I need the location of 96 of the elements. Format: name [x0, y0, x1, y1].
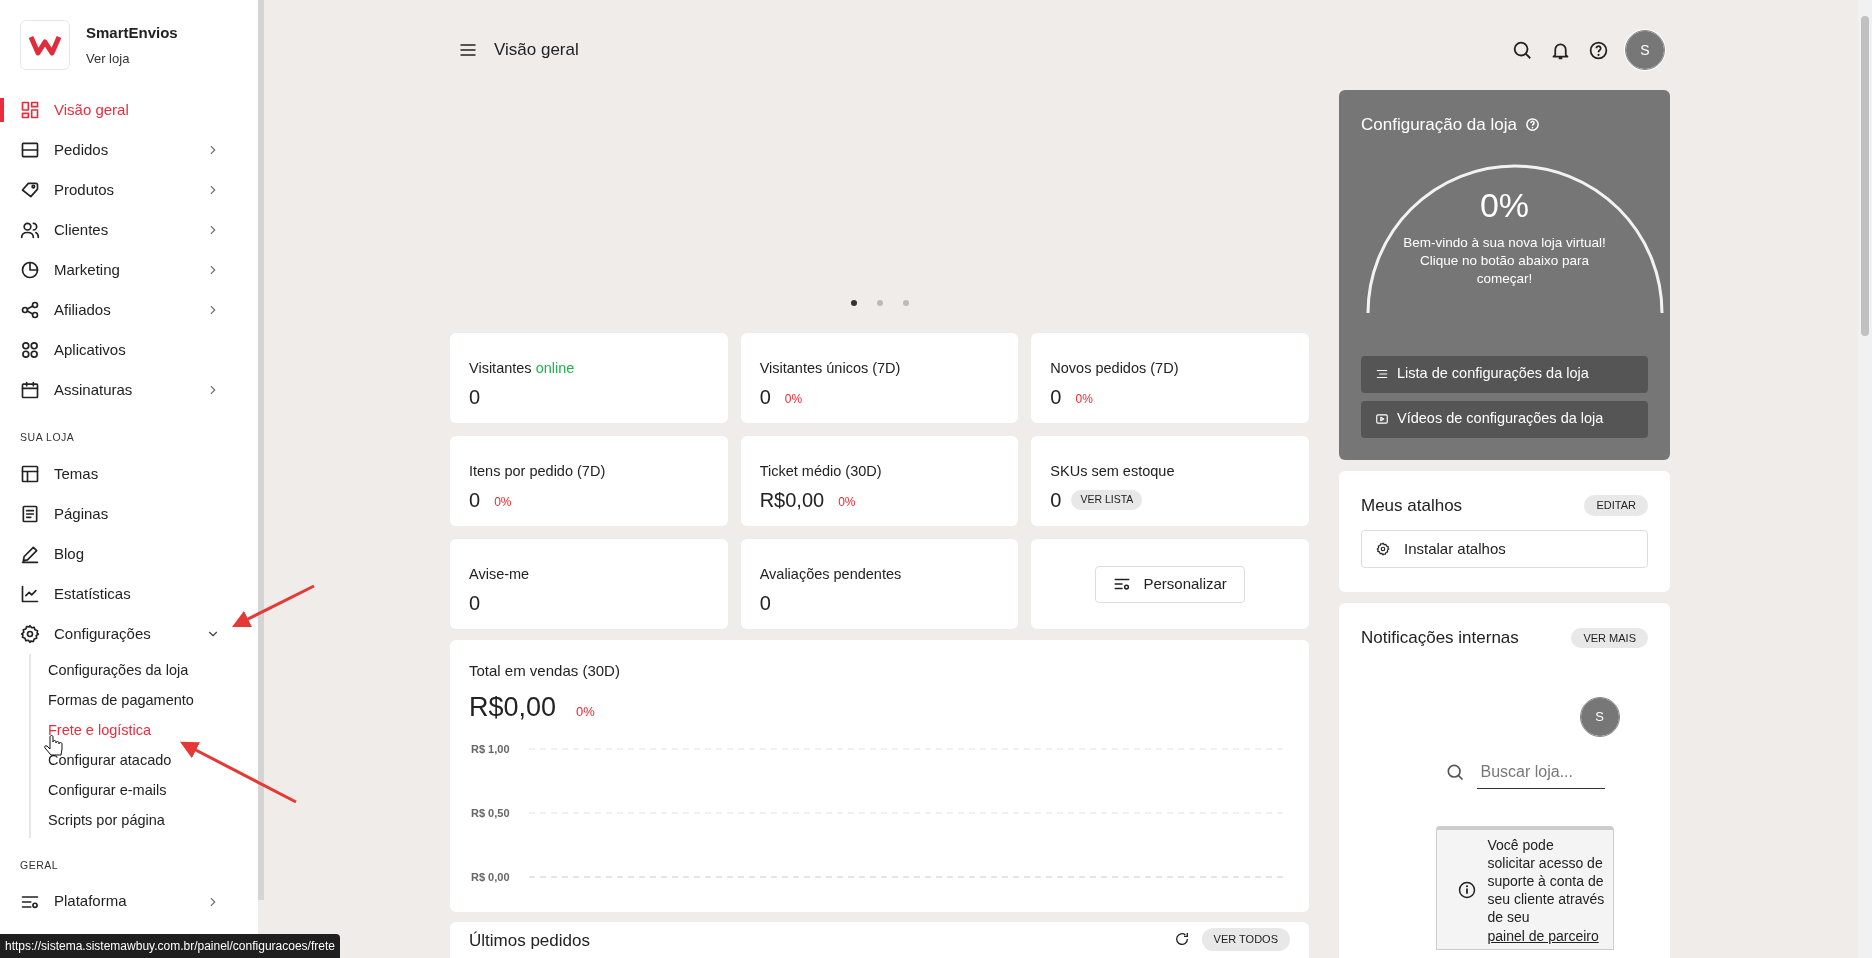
- stat-label: Avise-me: [469, 565, 531, 584]
- stat-label: Visitantes únicos (7D): [759, 359, 902, 378]
- install-shortcuts-button[interactable]: Instalar atalhos: [1361, 530, 1648, 568]
- card-title: Total em vendas (30D): [469, 661, 621, 681]
- share-icon: [20, 300, 40, 320]
- submenu-item[interactable]: Configurar atacado: [31, 745, 258, 776]
- scrollbar[interactable]: [1858, 0, 1872, 958]
- notice-text: Você pode solicitar acesso de suporte à conta de seu cliente através de seu painel de parceiro: [1487, 835, 1605, 945]
- stat-value: 0: [1050, 384, 1062, 410]
- customize-button[interactable]: Personalizar: [1095, 565, 1245, 603]
- settings-icon: [20, 623, 40, 644]
- partner-panel-link[interactable]: painel de parceiro: [1487, 927, 1599, 944]
- stat-value: 0: [469, 590, 481, 616]
- scrollbar-thumb[interactable]: [1861, 16, 1869, 336]
- stat-label: Novos pedidos (7D): [1050, 359, 1180, 378]
- dashboard-icon: [20, 100, 40, 120]
- logo-icon: [28, 34, 62, 56]
- view-all-button[interactable]: VER TODOS: [1201, 928, 1290, 951]
- edit-button[interactable]: EDITAR: [1584, 495, 1648, 516]
- section-heading: SUA LOJA: [19, 430, 76, 445]
- layout-icon: [20, 140, 40, 160]
- stat-label: Ticket médio (30D): [759, 462, 883, 481]
- view-store-link[interactable]: Ver loja: [86, 48, 178, 68]
- refresh-icon[interactable]: [1173, 931, 1190, 948]
- hand-cursor-icon: [44, 735, 63, 756]
- submenu-item[interactable]: Formas de pagamento: [31, 685, 258, 716]
- calendar-icon: [20, 380, 40, 400]
- nav-item[interactable]: Páginas: [0, 493, 258, 534]
- document-icon: [20, 503, 40, 524]
- nav-item[interactable]: Aplicativos: [0, 330, 258, 370]
- stat-value: 0: [469, 384, 481, 410]
- help-icon[interactable]: [1588, 39, 1609, 61]
- progress-percent: 0%: [1479, 187, 1530, 222]
- line-chart-icon: [20, 583, 40, 604]
- view-list-button[interactable]: VER LISTA: [1071, 489, 1143, 510]
- setup-button[interactable]: Lista de configurações da loja: [1361, 355, 1648, 393]
- stat-label: SKUs sem estoque: [1050, 462, 1176, 481]
- stat-label: Avaliações pendentes: [759, 565, 903, 584]
- change-percent: 0%: [784, 390, 803, 408]
- user-avatar[interactable]: S: [1626, 31, 1664, 69]
- nav-item[interactable]: Plataforma: [0, 881, 258, 922]
- change-percent: 0%: [838, 493, 856, 511]
- change-percent: 0%: [1075, 390, 1093, 408]
- nav-item[interactable]: Temas: [0, 453, 258, 494]
- apps-icon: [20, 340, 40, 360]
- nav-item[interactable]: Assinaturas: [0, 370, 258, 410]
- submenu-item[interactable]: Configurar e-mails: [31, 775, 258, 806]
- submenu-item[interactable]: Configurações da loja: [31, 655, 258, 686]
- store-logo[interactable]: [20, 20, 70, 70]
- users-icon: [20, 220, 40, 240]
- nav-item[interactable]: Blog: [0, 533, 258, 574]
- nav-item[interactable]: Estatísticas: [0, 573, 258, 614]
- nav-item[interactable]: Marketing: [0, 250, 258, 290]
- pie-chart-icon: [20, 260, 40, 280]
- page-title: Visão geral: [494, 39, 579, 62]
- info-icon: [1457, 881, 1476, 900]
- sales-value: R$0,00: [469, 690, 557, 724]
- nav-item[interactable]: Produtos: [0, 170, 258, 210]
- submenu-item[interactable]: Frete e logística: [31, 715, 258, 746]
- stat-value: 0: [759, 384, 771, 410]
- search-icon[interactable]: [1511, 39, 1533, 61]
- axis-label: R$ 0,00: [471, 871, 510, 883]
- welcome-message: Bem-vindo à sua nova loja virtual! Clique no botão abaixo para começar!: [1402, 233, 1607, 288]
- submenu-item[interactable]: Scripts por página: [31, 805, 258, 836]
- nav-item[interactable]: Pedidos: [0, 130, 258, 170]
- setup-button[interactable]: Vídeos de configurações da loja: [1361, 400, 1648, 438]
- pencil-icon: [20, 543, 40, 564]
- stat-value: R$0,00: [759, 487, 825, 513]
- template-icon: [20, 463, 40, 484]
- card-title: Configuração da loja: [1361, 114, 1517, 136]
- settings-icon: [1376, 542, 1390, 556]
- view-more-button[interactable]: VER MAIS: [1571, 627, 1648, 648]
- stat-label: Visitantes online: [469, 359, 576, 378]
- card-title: Notificações internas: [1361, 627, 1519, 649]
- card-title: Últimos pedidos: [469, 930, 590, 952]
- nav-item[interactable]: Configurações: [0, 613, 258, 654]
- nav-item[interactable]: Visão geral: [0, 90, 258, 130]
- nav-item[interactable]: Afiliados: [0, 290, 258, 330]
- list-icon: [1375, 367, 1389, 381]
- store-name: SmartEnvios: [86, 23, 178, 43]
- store-search-field[interactable]: Buscar loja...: [1476, 755, 1605, 789]
- axis-label: R$ 1,00: [471, 743, 510, 755]
- section-heading: GERAL: [19, 857, 60, 873]
- tag-icon: [20, 180, 40, 200]
- stat-label: Itens por pedido (7D): [469, 462, 607, 481]
- stat-value: 0: [1050, 487, 1062, 513]
- axis-label: R$ 0,50: [471, 807, 510, 819]
- stat-value: 0: [759, 590, 771, 616]
- card-title: Meus atalhos: [1361, 494, 1463, 517]
- stat-value: 0: [469, 487, 481, 513]
- change-percent: 0%: [576, 702, 595, 721]
- video-icon: [1375, 412, 1389, 426]
- change-percent: 0%: [494, 493, 512, 511]
- user-avatar[interactable]: S: [1580, 697, 1619, 736]
- link-url-tooltip: https://sistema.sistemawbuy.com.br/painel/configuracoes/frete: [0, 934, 340, 958]
- nav-item[interactable]: Clientes: [0, 210, 258, 250]
